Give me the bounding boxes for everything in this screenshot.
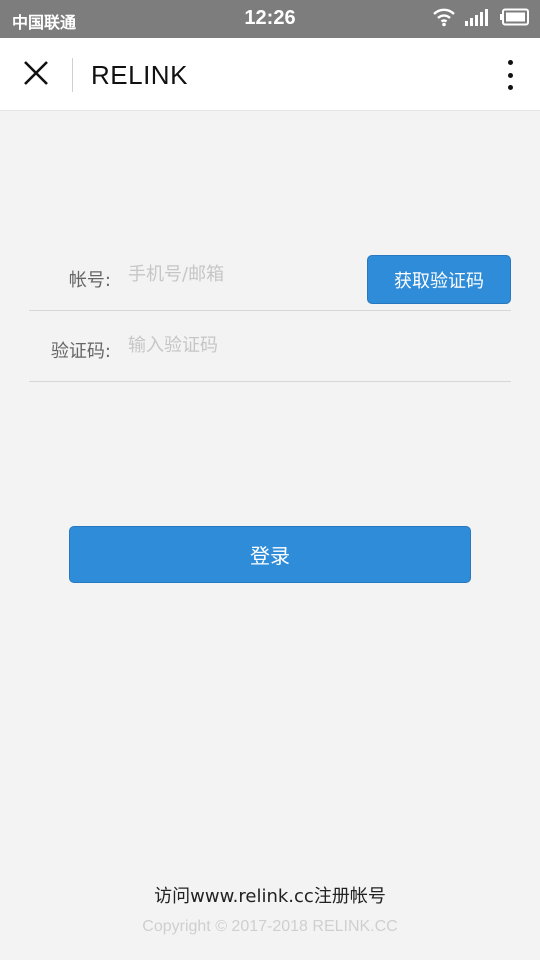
register-note: 访问www.relink.cc注册帐号 — [154, 886, 386, 907]
battery-icon — [500, 8, 530, 30]
login-button[interactable]: 登录 — [69, 526, 471, 583]
status-bar: 中国联通 12:26 — [0, 0, 540, 38]
wifi-icon — [432, 7, 456, 31]
account-row: 帐号: 获取验证码 — [29, 240, 511, 311]
more-vertical-icon — [507, 60, 513, 65]
code-input[interactable] — [128, 329, 358, 361]
close-icon — [22, 59, 50, 91]
code-label: 验证码: — [50, 341, 111, 362]
code-row: 验证码: — [29, 311, 511, 382]
more-vertical-icon — [507, 85, 513, 90]
app-header: RELINK — [0, 38, 540, 111]
get-code-button[interactable]: 获取验证码 — [367, 255, 511, 304]
status-icons — [432, 8, 530, 30]
account-label: 帐号: — [68, 270, 111, 291]
signal-icon — [464, 8, 492, 30]
close-button[interactable] — [18, 57, 54, 93]
account-input[interactable] — [128, 258, 358, 290]
more-menu-button[interactable] — [500, 58, 520, 92]
header-divider — [72, 58, 73, 92]
more-vertical-icon — [507, 72, 513, 78]
page-title: RELINK — [91, 60, 188, 90]
copyright: Copyright © 2017-2018 RELINK.CC — [142, 918, 398, 935]
